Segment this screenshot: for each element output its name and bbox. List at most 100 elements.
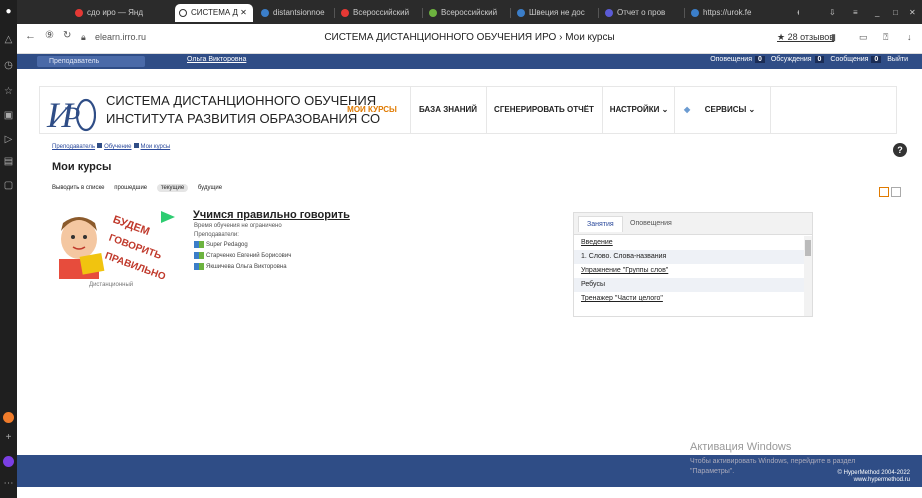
filter-future[interactable]: будущие: [198, 185, 222, 191]
footer-site-link[interactable]: www.hypermethod.ru: [838, 477, 910, 484]
role-selector[interactable]: Преподаватель: [37, 56, 145, 67]
maximize-icon[interactable]: □: [891, 4, 905, 22]
view-toggle: [877, 184, 901, 202]
windows-activation-watermark: Активация Windows Чтобы активировать Win…: [690, 441, 855, 477]
tab-separator: [510, 8, 511, 18]
lesson-item[interactable]: Ребусы: [574, 278, 804, 292]
add-icon[interactable]: +: [3, 432, 14, 443]
tab-label: Отчет о пров: [617, 8, 666, 17]
nav-separator: [410, 87, 411, 133]
lesson-item[interactable]: Введение: [574, 236, 804, 250]
tab-favicon-icon: [179, 9, 187, 17]
star-icon[interactable]: ☆: [3, 86, 14, 97]
tab-favicon-icon: [605, 9, 613, 17]
minimize-icon[interactable]: _: [873, 4, 887, 22]
alerts-link[interactable]: Оповещения: [710, 56, 752, 63]
tab-favicon-icon: [341, 9, 349, 17]
user-link[interactable]: Ольга Викторовна: [187, 56, 246, 63]
new-tab-icon[interactable]: ⊕: [781, 4, 799, 22]
more-icon[interactable]: ⋯: [3, 478, 14, 489]
teacher-name: Super Pedagog: [206, 242, 248, 249]
teachers-label: Преподаватели:: [194, 232, 239, 238]
site-header: И Р СИСТЕМА ДИСТАНЦИОННОГО ОБУЧЕНИЯ ИНСТ…: [39, 86, 897, 134]
scrollbar-thumb[interactable]: [805, 240, 811, 256]
lesson-item[interactable]: Упражнение "Группы слов": [574, 264, 804, 278]
breadcrumb-separator: [97, 143, 103, 148]
course-title[interactable]: Учимся правильно говорить: [193, 209, 350, 221]
alice-icon[interactable]: [3, 412, 14, 423]
filter-current[interactable]: текущие: [156, 184, 189, 192]
nav-generate-report[interactable]: СГЕНЕРИРОВАТЬ ОТЧЁТ: [488, 87, 600, 133]
bell-icon[interactable]: △: [3, 34, 14, 45]
tab-separator: [684, 8, 685, 18]
breadcrumb-learning[interactable]: Обучение: [104, 144, 131, 150]
tab-separator: [334, 8, 335, 18]
filter-list-view[interactable]: Выводить в списке: [52, 185, 105, 191]
list-view-icon[interactable]: [891, 187, 901, 197]
panel-scrollbar[interactable]: [804, 236, 812, 316]
tab-favicon-icon: [691, 9, 699, 17]
breadcrumb-teacher[interactable]: Преподаватель: [52, 144, 95, 150]
help-icon[interactable]: ?: [893, 143, 907, 157]
nav-my-courses[interactable]: МОИ КУРСЫ: [338, 87, 406, 133]
tab-3[interactable]: distantsionnoe: [257, 4, 331, 22]
course-type: Дистанционный: [89, 282, 134, 288]
collections-icon[interactable]: ▣: [3, 110, 14, 121]
logo-icon[interactable]: И Р: [46, 89, 96, 133]
lesson-item[interactable]: Тренажер "Части целого": [574, 292, 804, 306]
tab-4[interactable]: Всероссийский: [337, 4, 419, 22]
teacher-name: Старченко Евгений Борисович: [206, 253, 292, 260]
tab-7[interactable]: Отчет о пров: [601, 4, 681, 22]
profile-icon[interactable]: ●: [3, 6, 14, 17]
tab-label: Всероссийский: [441, 8, 498, 17]
tab-1[interactable]: сдо иро — Янд: [71, 4, 171, 22]
tab-close-icon[interactable]: ✕: [240, 8, 247, 17]
nav-settings[interactable]: НАСТРОЙКИ ⌄: [604, 87, 674, 133]
course-image[interactable]: БУДЕМ ГОВОРИТЬ ПРАВИЛЬНО: [51, 209, 175, 279]
reviews-link[interactable]: ★ 28 отзывов: [777, 32, 834, 43]
page-content: Преподаватель Ольга Викторовна Оповещени…: [17, 54, 922, 498]
download-icon[interactable]: ⇩: [827, 4, 841, 22]
tab-favicon-icon: [517, 9, 525, 17]
tab-lessons[interactable]: Занятия: [578, 216, 623, 232]
screenshot-icon[interactable]: ▢: [3, 180, 14, 191]
tab-2[interactable]: СИСТЕМА Д ✕: [175, 4, 253, 22]
discussions-link[interactable]: Обсуждения: [771, 56, 812, 63]
lesson-item[interactable]: 1. Слово. Слова-названия: [574, 250, 804, 264]
close-window-icon[interactable]: ✕: [907, 4, 921, 22]
activation-hint: Чтобы активировать Windows, перейдите в …: [690, 457, 855, 477]
downloads-icon[interactable]: ↓: [907, 32, 912, 42]
course-time: Время обучения не ограничено: [194, 223, 282, 229]
address-bar: ← ⑨ ↻ 🔒︎ elearn.irro.ru СИСТЕМА ДИСТАНЦИ…: [17, 24, 922, 54]
translate-icon[interactable]: ⍰: [883, 32, 888, 43]
course-filters: Выводить в списке прошедшие текущие буду…: [52, 184, 230, 192]
grid-view-icon[interactable]: [879, 187, 889, 197]
activation-hint-line1: Чтобы активировать Windows, перейдите в …: [690, 458, 856, 465]
breadcrumb-my-courses[interactable]: Мои курсы: [141, 144, 171, 150]
nav-knowledge-base[interactable]: БАЗА ЗНАНИЙ: [412, 87, 484, 133]
tab-label: сдо иро — Янд: [87, 8, 144, 17]
history-icon[interactable]: ◷: [3, 60, 14, 71]
panel-tabs: Занятия Оповещения: [574, 213, 812, 235]
tab-notifications[interactable]: Оповещения: [622, 216, 680, 232]
teacher-item: Старченко Евгений Борисович: [194, 252, 291, 259]
messages-link[interactable]: Сообщения: [830, 56, 868, 63]
filter-past[interactable]: прошедшие: [114, 185, 147, 191]
apps-icon[interactable]: ▤: [3, 156, 14, 167]
menu-icon[interactable]: ≡: [851, 4, 865, 22]
tab-strip: сдо иро — Янд СИСТЕМА Д ✕ distantsionnoe…: [17, 0, 922, 24]
messenger-icon[interactable]: [3, 456, 14, 467]
role-label: Преподаватель: [49, 58, 100, 65]
play-icon[interactable]: ▷: [3, 134, 14, 145]
tab-8[interactable]: https://urok.fe: [687, 4, 773, 22]
nav-services[interactable]: ◆ СЕРВИСЫ ⌄: [678, 87, 768, 133]
teacher-item: Super Pedagog: [194, 241, 248, 248]
logout-link[interactable]: Выйти: [887, 56, 908, 63]
lessons-panel: Занятия Оповещения Введение 1. Слово. Сл…: [573, 212, 813, 317]
nav-separator: [486, 87, 487, 133]
bookmark-icon[interactable]: ▮: [831, 32, 836, 43]
tab-5[interactable]: Всероссийский: [425, 4, 507, 22]
nav-separator: [674, 87, 675, 133]
tab-6[interactable]: Швеция не дос: [513, 4, 595, 22]
browser-side-rail: ● △ ◷ ☆ ▣ ▷ ▤ ▢ + ⋯: [0, 0, 17, 498]
